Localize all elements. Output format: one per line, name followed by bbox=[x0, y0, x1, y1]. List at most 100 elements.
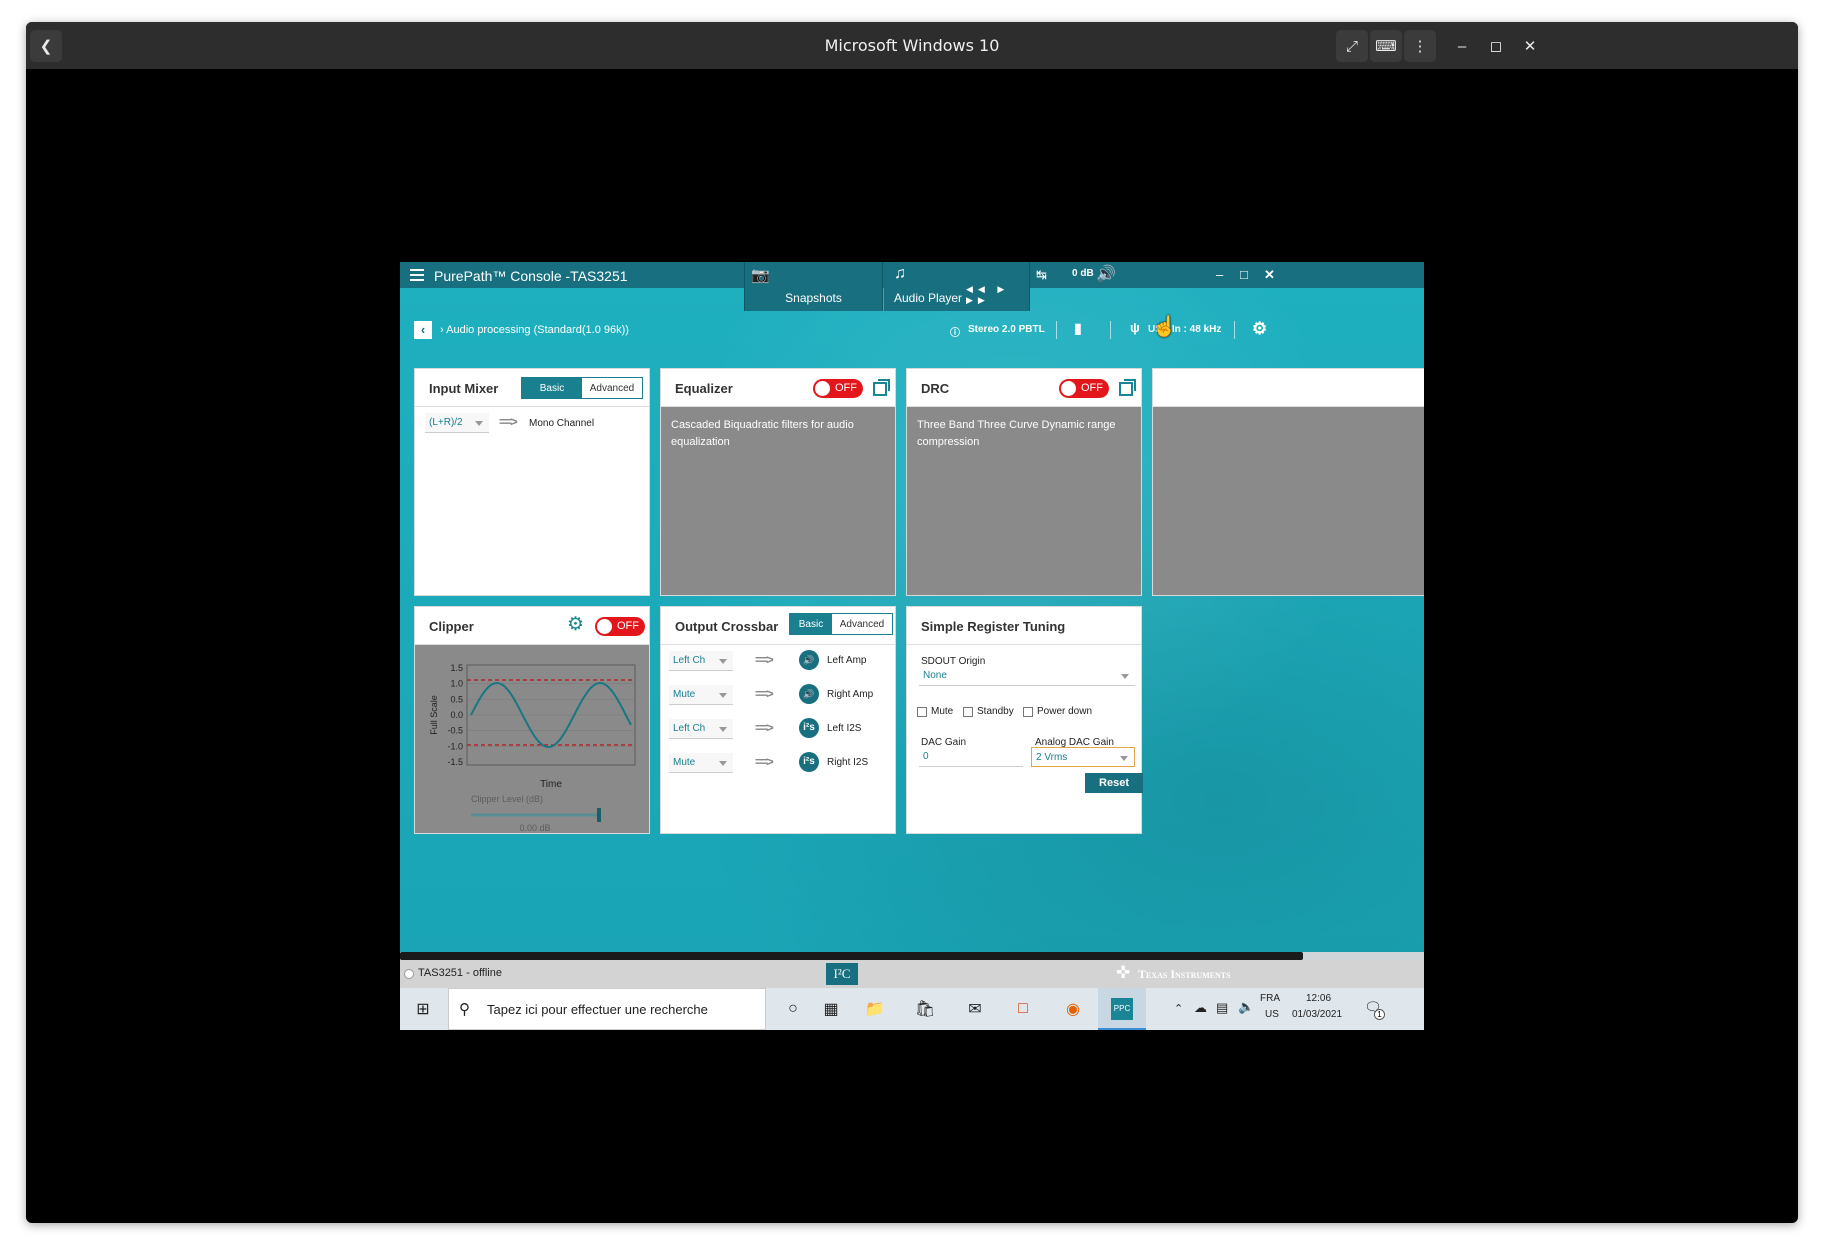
keyboard-icon[interactable]: ⌨ bbox=[1370, 30, 1402, 62]
more-menu-icon[interactable]: ⋮ bbox=[1404, 30, 1436, 62]
tab-audio-player[interactable]: ♫ Audio Player ◀◀ ▶ ▶▶ bbox=[884, 262, 1030, 311]
app-minimize-icon[interactable]: – bbox=[1216, 267, 1223, 282]
card-header: DRC OFF bbox=[907, 369, 1141, 407]
x-axis-label: Time bbox=[540, 779, 562, 790]
arrow-right-icon: ==> bbox=[755, 686, 774, 701]
power-down-checkbox[interactable] bbox=[1023, 707, 1033, 717]
dac-gain-value: 0 bbox=[923, 751, 929, 762]
output-crossbar-card: Output Crossbar Basic Advanced Left Ch ==… bbox=[660, 606, 896, 834]
app-close-icon[interactable]: ✕ bbox=[1264, 267, 1275, 283]
toggle-label: OFF bbox=[1081, 382, 1103, 394]
basic-tab[interactable]: Basic bbox=[522, 378, 582, 398]
horizontal-scrollbar[interactable] bbox=[400, 952, 1424, 960]
breadcrumb: › Audio processing (Standard(1.0 96k)) bbox=[440, 324, 629, 336]
breadcrumb-back-icon[interactable]: ‹ bbox=[414, 321, 432, 339]
clock-date[interactable]: 01/03/2021 bbox=[1292, 1009, 1342, 1020]
playback-controls-icon[interactable]: ◀◀ ▶ ▶▶ bbox=[966, 284, 1029, 306]
y-tick-label: 0.0 bbox=[450, 710, 463, 720]
i2s-icon: i²s bbox=[799, 752, 819, 772]
device-icon[interactable]: ▮ bbox=[1074, 320, 1082, 337]
y-tick-label: -1.0 bbox=[447, 741, 463, 751]
sdout-value: None bbox=[923, 670, 947, 681]
crossbar-source-dropdown[interactable]: Left Ch bbox=[669, 719, 733, 739]
level-slider-thumb[interactable] bbox=[597, 808, 601, 822]
tab-snapshots[interactable]: 📷 Snapshots bbox=[744, 262, 883, 311]
analog-dac-gain-dropdown[interactable]: 2 Vrms bbox=[1031, 747, 1135, 767]
card-header bbox=[1153, 369, 1424, 407]
brand-logo: Texas Instruments bbox=[1138, 967, 1231, 981]
speaker-icon: 🔊 bbox=[799, 650, 819, 670]
drc-toggle[interactable]: OFF bbox=[1059, 379, 1109, 398]
cortana-icon[interactable]: ○ bbox=[782, 998, 804, 1020]
clock-time[interactable]: 12:06 bbox=[1306, 993, 1331, 1004]
basic-tab[interactable]: Basic bbox=[790, 614, 832, 634]
ppc-app-icon: PPC bbox=[1111, 998, 1133, 1020]
advanced-tab[interactable]: Advanced bbox=[582, 378, 642, 398]
divider bbox=[1110, 321, 1111, 339]
standby-checkbox[interactable] bbox=[963, 707, 973, 717]
volume-value: 0 dB bbox=[1072, 268, 1094, 279]
card-header: Input Mixer Basic Advanced bbox=[415, 369, 649, 407]
office-icon[interactable]: □ bbox=[1012, 998, 1034, 1020]
crossbar-source-dropdown[interactable]: Left Ch bbox=[669, 651, 733, 671]
speaker-tray-icon[interactable]: 🔈 bbox=[1238, 999, 1254, 1015]
crossbar-source-value: Mute bbox=[673, 757, 696, 768]
taskbar-ppc-active[interactable]: PPC bbox=[1098, 988, 1146, 1030]
store-icon[interactable]: 🛍 bbox=[914, 998, 936, 1020]
close-icon[interactable]: ✕ bbox=[1514, 30, 1546, 62]
partial-card bbox=[1152, 368, 1424, 596]
windows-start-icon[interactable]: ⊞ bbox=[412, 998, 434, 1020]
file-explorer-icon[interactable]: 📁 bbox=[864, 998, 886, 1020]
mail-icon[interactable]: ✉ bbox=[964, 998, 986, 1020]
card-title: Equalizer bbox=[675, 381, 733, 396]
toggle-label: OFF bbox=[617, 620, 639, 632]
mute-checkbox[interactable] bbox=[917, 707, 927, 717]
guest-screen: PurePath™ Console -TAS3251 📷 Snapshots ♫… bbox=[400, 262, 1424, 1030]
popout-icon[interactable] bbox=[1119, 379, 1136, 396]
advanced-tab[interactable]: Advanced bbox=[832, 614, 892, 634]
clipper-toggle[interactable]: OFF bbox=[595, 617, 645, 636]
toggle-label: OFF bbox=[835, 382, 857, 394]
language-primary[interactable]: FRA bbox=[1260, 993, 1280, 1004]
card-body: 1.5 1.0 0.5 0.0 -0.5 -1.0 -1.5 Full Scale Time… bbox=[415, 645, 649, 833]
connection-icon[interactable]: ↹ bbox=[1036, 267, 1047, 283]
source-value: (L+R)/2 bbox=[429, 417, 463, 428]
crossbar-source-dropdown[interactable]: Mute bbox=[669, 753, 733, 773]
source-dropdown[interactable]: (L+R)/2 bbox=[425, 413, 489, 433]
task-view-icon[interactable]: ▦ bbox=[820, 998, 842, 1020]
volume-icon[interactable]: 🔊 bbox=[1096, 264, 1116, 284]
gear-icon[interactable]: ⚙ bbox=[567, 613, 584, 636]
y-axis-label: Full Scale bbox=[429, 695, 439, 735]
card-header: Clipper ⚙ OFF bbox=[415, 607, 649, 645]
drc-card: DRC OFF Three Band Three Curve Dynamic r… bbox=[906, 368, 1142, 596]
input-mixer-card: Input Mixer Basic Advanced (L+R)/2 ==> M… bbox=[414, 368, 650, 596]
minimize-icon[interactable]: – bbox=[1446, 30, 1478, 62]
tab-snapshots-label: Snapshots bbox=[785, 291, 842, 305]
firefox-icon[interactable]: ◉ bbox=[1062, 998, 1084, 1020]
gear-icon[interactable]: ⚙ bbox=[1252, 319, 1267, 339]
onedrive-icon[interactable]: ☁ bbox=[1194, 1000, 1207, 1016]
dac-gain-field[interactable]: 0 bbox=[919, 747, 1023, 767]
fullscreen-icon[interactable]: ⤢ bbox=[1336, 30, 1368, 62]
language-secondary[interactable]: US bbox=[1265, 1009, 1279, 1020]
crossbar-source-dropdown[interactable]: Mute bbox=[669, 685, 733, 705]
description: Three Band Three Curve Dynamic range com… bbox=[917, 419, 1116, 448]
i2s-icon: i²s bbox=[799, 718, 819, 738]
equalizer-toggle[interactable]: OFF bbox=[813, 379, 863, 398]
sdout-dropdown[interactable]: None bbox=[919, 666, 1135, 686]
crossbar-dest-label: Left Amp bbox=[827, 655, 867, 666]
reset-button[interactable]: Reset bbox=[1085, 773, 1143, 793]
crossbar-dest-label: Left I2S bbox=[827, 723, 862, 734]
search-box[interactable]: ⚲ Tapez ici pour effectuer une recherche bbox=[448, 988, 766, 1030]
popout-icon[interactable] bbox=[873, 379, 890, 396]
arrow-right-icon: ==> bbox=[755, 652, 774, 667]
tray-chevron-icon[interactable]: ⌃ bbox=[1174, 1002, 1183, 1015]
device-status: TAS3251 - offline bbox=[418, 967, 502, 979]
network-icon[interactable]: ▤ bbox=[1216, 1000, 1228, 1016]
scrollbar-thumb[interactable] bbox=[400, 952, 1303, 960]
card-header: Equalizer OFF bbox=[661, 369, 895, 407]
app-maximize-icon[interactable]: □ bbox=[1240, 267, 1248, 282]
menu-icon[interactable] bbox=[410, 269, 424, 281]
maximize-icon[interactable]: ◻ bbox=[1480, 30, 1512, 62]
register-tuning-card: Simple Register Tuning SDOUT Origin None… bbox=[906, 606, 1143, 834]
